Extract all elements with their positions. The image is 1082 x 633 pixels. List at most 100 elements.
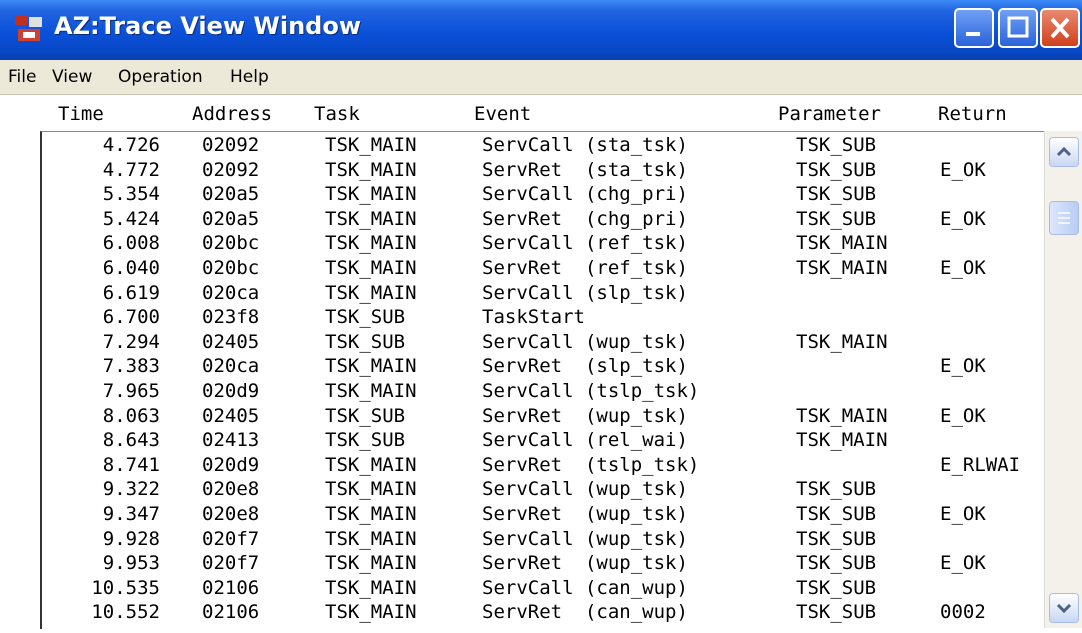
cell-address: 020ca: [202, 355, 260, 378]
cell-event: ServRet (can_wup): [482, 601, 688, 624]
column-header-event[interactable]: Event: [474, 103, 531, 125]
menu-file[interactable]: File: [8, 67, 36, 87]
trace-row[interactable]: 8.741 020d9 TSK_MAIN ServRet (tslp_tsk) E_RL…: [42, 452, 1042, 477]
trace-row[interactable]: 4.726 02092 TSK_MAIN ServCall (sta_tsk) TSK_…: [42, 132, 1042, 157]
title-bar[interactable]: AZ:Trace View Window: [0, 0, 1082, 60]
cell-event: ServCall (can_wup): [482, 576, 688, 599]
trace-row[interactable]: 8.643 02413 TSK_SUB ServCall (rel_wai) TSK_M…: [42, 427, 1042, 452]
cell-event: ServCall (chg_pri): [482, 183, 688, 206]
cell-task: TSK_MAIN: [325, 478, 417, 501]
column-header-task[interactable]: Task: [314, 103, 360, 125]
cell-task: TSK_SUB: [325, 404, 406, 427]
cell-parameter: TSK_MAIN: [796, 257, 888, 279]
trace-row[interactable]: 6.700 023f8 TSK_SUB TaskStart: [42, 304, 1042, 329]
cell-task: TSK_MAIN: [325, 158, 417, 181]
trace-row[interactable]: 7.294 02405 TSK_SUB ServCall (wup_tsk) TSK_M…: [42, 329, 1042, 354]
trace-list[interactable]: 4.726 02092 TSK_MAIN ServCall (sta_tsk) TSK_…: [40, 131, 1044, 629]
trace-row[interactable]: 10.552 02106 TSK_MAIN ServRet (can_wup) TSK_…: [42, 599, 1042, 624]
cell-task: TSK_MAIN: [325, 527, 417, 550]
cell-task: TSK_MAIN: [325, 134, 417, 156]
trace-row[interactable]: 7.965 020d9 TSK_MAIN ServCall (tslp_tsk): [42, 378, 1042, 403]
column-header-address[interactable]: Address: [192, 103, 272, 125]
cell-event: ServCall (slp_tsk): [482, 281, 688, 304]
column-header: Time Address Task Event Parameter Return: [0, 95, 1082, 131]
cell-parameter: TSK_SUB: [796, 527, 877, 550]
cell-event: ServRet (chg_pri): [482, 207, 688, 230]
close-button[interactable]: [1040, 8, 1080, 48]
trace-row[interactable]: 5.424 020a5 TSK_MAIN ServRet (chg_pri) TSK_S…: [42, 206, 1042, 231]
cell-time: 9.928: [102, 527, 160, 550]
cell-parameter: TSK_SUB: [796, 134, 877, 156]
cell-task: TSK_MAIN: [325, 601, 417, 624]
trace-row[interactable]: 6.040 020bc TSK_MAIN ServRet (ref_tsk) TSK_M…: [42, 255, 1042, 280]
cell-event: ServRet (wup_tsk): [482, 503, 688, 525]
trace-row[interactable]: 9.347 020e8 TSK_MAIN ServRet (wup_tsk) TSK_S…: [42, 501, 1042, 526]
cell-task: TSK_MAIN: [325, 257, 417, 279]
minimize-button[interactable]: [954, 8, 994, 48]
vertical-scrollbar[interactable]: [1044, 131, 1082, 628]
menu-bar: File View Operation Help: [0, 60, 1082, 95]
cell-task: TSK_MAIN: [325, 380, 417, 402]
cell-address: 02106: [202, 601, 260, 624]
minimize-icon: [966, 32, 980, 36]
close-icon: [1050, 17, 1070, 39]
trace-row[interactable]: 9.322 020e8 TSK_MAIN ServCall (wup_tsk) TSK_…: [42, 476, 1042, 501]
maximize-button[interactable]: [998, 8, 1038, 48]
cell-return: E_OK: [940, 355, 986, 378]
column-header-parameter[interactable]: Parameter: [778, 103, 881, 125]
trace-row[interactable]: 10.535 02106 TSK_MAIN ServCall (can_wup) TSK…: [42, 575, 1042, 600]
menu-help[interactable]: Help: [230, 67, 269, 87]
cell-task: TSK_SUB: [325, 306, 406, 329]
menu-operation[interactable]: Operation: [118, 67, 203, 87]
trace-row[interactable]: 6.008 020bc TSK_MAIN ServCall (ref_tsk) TSK_…: [42, 230, 1042, 255]
trace-row[interactable]: 6.619 020ca TSK_MAIN ServCall (slp_tsk): [42, 280, 1042, 305]
cell-event: ServCall (sta_tsk): [482, 134, 688, 156]
cell-address: 020f7: [202, 552, 260, 575]
cell-time: 9.322: [102, 478, 160, 501]
scroll-thumb[interactable]: [1049, 201, 1079, 235]
cell-address: 02092: [202, 158, 260, 181]
cell-time: 4.772: [102, 158, 160, 181]
column-header-time[interactable]: Time: [58, 103, 104, 125]
cell-parameter: TSK_MAIN: [796, 330, 888, 353]
cell-event: ServRet (ref_tsk): [482, 257, 688, 279]
trace-row[interactable]: 9.953 020f7 TSK_MAIN ServRet (wup_tsk) TSK_S…: [42, 550, 1042, 575]
cell-address: 020f7: [202, 527, 260, 550]
chevron-up-icon: [1056, 146, 1072, 157]
scroll-down-button[interactable]: [1049, 593, 1079, 623]
cell-event: TaskStart: [482, 306, 585, 329]
cell-address: 020e8: [202, 478, 260, 501]
cell-time: 7.965: [102, 380, 160, 402]
cell-task: TSK_MAIN: [325, 355, 417, 378]
cell-task: TSK_MAIN: [325, 207, 417, 230]
cell-time: 8.063: [102, 404, 160, 427]
cell-time: 9.953: [102, 552, 160, 575]
cell-parameter: TSK_MAIN: [796, 404, 888, 427]
cell-address: 02405: [202, 330, 260, 353]
trace-row[interactable]: 4.772 02092 TSK_MAIN ServRet (sta_tsk) TSK_S…: [42, 157, 1042, 182]
cell-time: 8.643: [102, 429, 160, 452]
cell-event: ServRet (sta_tsk): [482, 158, 688, 181]
trace-row[interactable]: 8.063 02405 TSK_SUB ServRet (wup_tsk) TSK_MA…: [42, 403, 1042, 428]
cell-event: ServCall (wup_tsk): [482, 527, 688, 550]
chevron-down-icon: [1056, 603, 1072, 614]
trace-row[interactable]: 9.928 020f7 TSK_MAIN ServCall (wup_tsk) TSK_…: [42, 526, 1042, 551]
trace-row[interactable]: 7.383 020ca TSK_MAIN ServRet (slp_tsk) E_OK: [42, 353, 1042, 378]
window-title: AZ:Trace View Window: [54, 12, 362, 40]
cell-event: ServCall (rel_wai): [482, 429, 688, 452]
cell-return: E_OK: [940, 404, 986, 427]
trace-row[interactable]: 5.354 020a5 TSK_MAIN ServCall (chg_pri) TSK_…: [42, 181, 1042, 206]
cell-task: TSK_MAIN: [325, 552, 417, 575]
cell-parameter: TSK_MAIN: [796, 232, 888, 255]
trace-view-window: AZ:Trace View Window File View Operation…: [0, 0, 1082, 633]
cell-time: 6.619: [102, 281, 160, 304]
cell-task: TSK_MAIN: [325, 503, 417, 525]
cell-event: ServCall (wup_tsk): [482, 330, 688, 353]
cell-parameter: TSK_SUB: [796, 601, 877, 624]
cell-address: 020a5: [202, 183, 260, 206]
cell-parameter: TSK_SUB: [796, 183, 877, 206]
scroll-up-button[interactable]: [1049, 137, 1079, 167]
column-header-return[interactable]: Return: [938, 103, 1007, 125]
cell-event: ServRet (wup_tsk): [482, 552, 688, 575]
menu-view[interactable]: View: [52, 67, 92, 87]
